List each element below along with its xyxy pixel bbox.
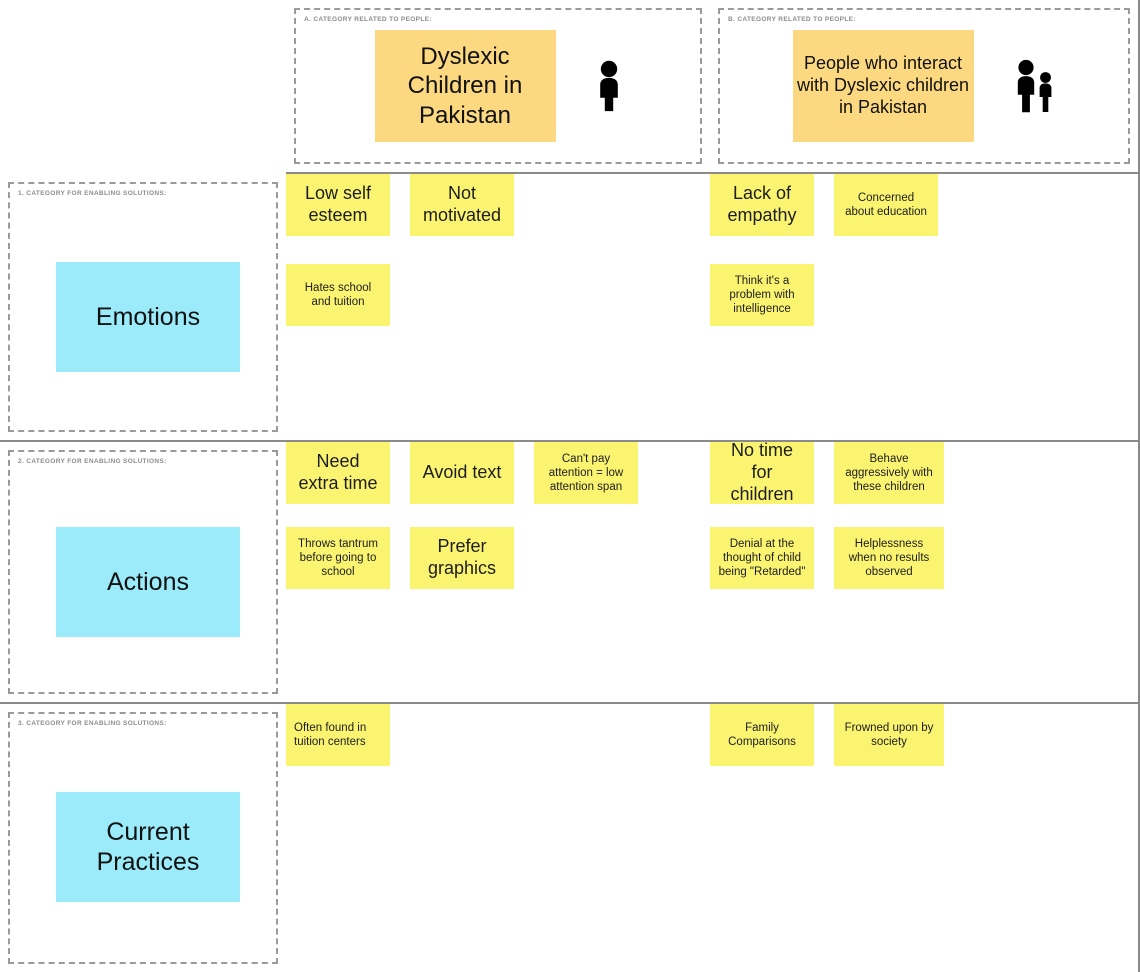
sticky-note[interactable]: Not motivated xyxy=(410,174,514,236)
category-panel-practices-label: 3. CATEGORY FOR ENABLING SOLUTIONS: xyxy=(18,720,167,727)
sticky-note[interactable]: Behave aggressively with these children xyxy=(834,442,944,504)
sticky-note[interactable]: Denial at the thought of child being "Re… xyxy=(710,527,814,589)
category-panel-actions[interactable]: 2. CATEGORY FOR ENABLING SOLUTIONS: Acti… xyxy=(8,450,278,694)
persona-card-b[interactable]: People who interact with Dyslexic childr… xyxy=(792,30,974,142)
sticky-note[interactable]: Often found in tuition centers xyxy=(286,704,390,766)
notes-area-practices-b: Family Comparisons Frowned upon by societ… xyxy=(710,704,1138,972)
persona-panel-b[interactable]: B. CATEGORY RELATED TO PEOPLE: People wh… xyxy=(718,8,1130,164)
persona-cell-a: A. CATEGORY RELATED TO PEOPLE: Dyslexic … xyxy=(286,0,710,174)
sticky-note[interactable]: Helplessness when no results observed xyxy=(834,527,944,589)
sticky-note[interactable]: Hates school and tuition xyxy=(286,264,390,326)
notes-cell-practices-b: Family Comparisons Frowned upon by societ… xyxy=(710,704,1140,972)
category-panel-practices[interactable]: 3. CATEGORY FOR ENABLING SOLUTIONS: Curr… xyxy=(8,712,278,964)
category-panel-emotions[interactable]: 1. CATEGORY FOR ENABLING SOLUTIONS: Emot… xyxy=(8,182,278,432)
notes-cell-practices-a: Often found in tuition centers xyxy=(286,704,710,972)
notes-cell-actions-a: Need extra time Avoid text Can't pay atten… xyxy=(286,442,710,704)
notes-cell-emotions-a: Low self esteem Not motivated Hates school… xyxy=(286,174,710,442)
notes-cell-emotions-b: Lack of empathy Concerned about education… xyxy=(710,174,1140,442)
adult-and-child-icon xyxy=(1014,59,1056,113)
category-box-actions[interactable]: Actions xyxy=(56,527,240,637)
sticky-note[interactable]: Low self esteem xyxy=(286,174,390,236)
single-person-icon xyxy=(596,60,622,112)
persona-cell-b: B. CATEGORY RELATED TO PEOPLE: People wh… xyxy=(710,0,1140,174)
empathy-map-board: A. CATEGORY RELATED TO PEOPLE: Dyslexic … xyxy=(0,0,1140,972)
board-origin-cell xyxy=(0,0,286,174)
sticky-note[interactable]: Can't pay attention = low attention span xyxy=(534,442,638,504)
notes-area-practices-a: Often found in tuition centers xyxy=(286,704,710,972)
category-cell-emotions: 1. CATEGORY FOR ENABLING SOLUTIONS: Emot… xyxy=(0,174,286,442)
notes-area-emotions-b: Lack of empathy Concerned about education… xyxy=(710,174,1138,440)
sticky-note[interactable]: Need extra time xyxy=(286,442,390,504)
sticky-note[interactable]: Think it's a problem with intelligence xyxy=(710,264,814,326)
category-box-practices[interactable]: Current Practices xyxy=(56,792,240,902)
category-cell-practices: 3. CATEGORY FOR ENABLING SOLUTIONS: Curr… xyxy=(0,704,286,972)
sticky-note[interactable]: Concerned about education xyxy=(834,174,938,236)
sticky-note[interactable]: Throws tantrum before going to school xyxy=(286,527,390,589)
sticky-note[interactable]: Lack of empathy xyxy=(710,174,814,236)
persona-panel-a[interactable]: A. CATEGORY RELATED TO PEOPLE: Dyslexic … xyxy=(294,8,702,164)
sticky-note[interactable]: Avoid text xyxy=(410,442,514,504)
notes-area-emotions-a: Low self esteem Not motivated Hates school… xyxy=(286,174,710,440)
category-panel-emotions-label: 1. CATEGORY FOR ENABLING SOLUTIONS: xyxy=(18,190,167,197)
notes-area-actions-a: Need extra time Avoid text Can't pay atten… xyxy=(286,442,710,702)
sticky-note[interactable]: Prefer graphics xyxy=(410,527,514,589)
category-panel-actions-label: 2. CATEGORY FOR ENABLING SOLUTIONS: xyxy=(18,458,167,465)
sticky-note[interactable]: Family Comparisons xyxy=(710,704,814,766)
notes-area-actions-b: No time for children Behave aggressively … xyxy=(710,440,1138,702)
persona-card-a[interactable]: Dyslexic Children in Pakistan xyxy=(374,30,556,142)
sticky-note[interactable]: No time for children xyxy=(710,440,814,504)
category-box-emotions[interactable]: Emotions xyxy=(56,262,240,372)
sticky-note[interactable]: Frowned upon by society xyxy=(834,704,944,766)
notes-cell-actions-b: No time for children Behave aggressively … xyxy=(710,440,1140,704)
category-cell-actions: 2. CATEGORY FOR ENABLING SOLUTIONS: Acti… xyxy=(0,442,286,704)
